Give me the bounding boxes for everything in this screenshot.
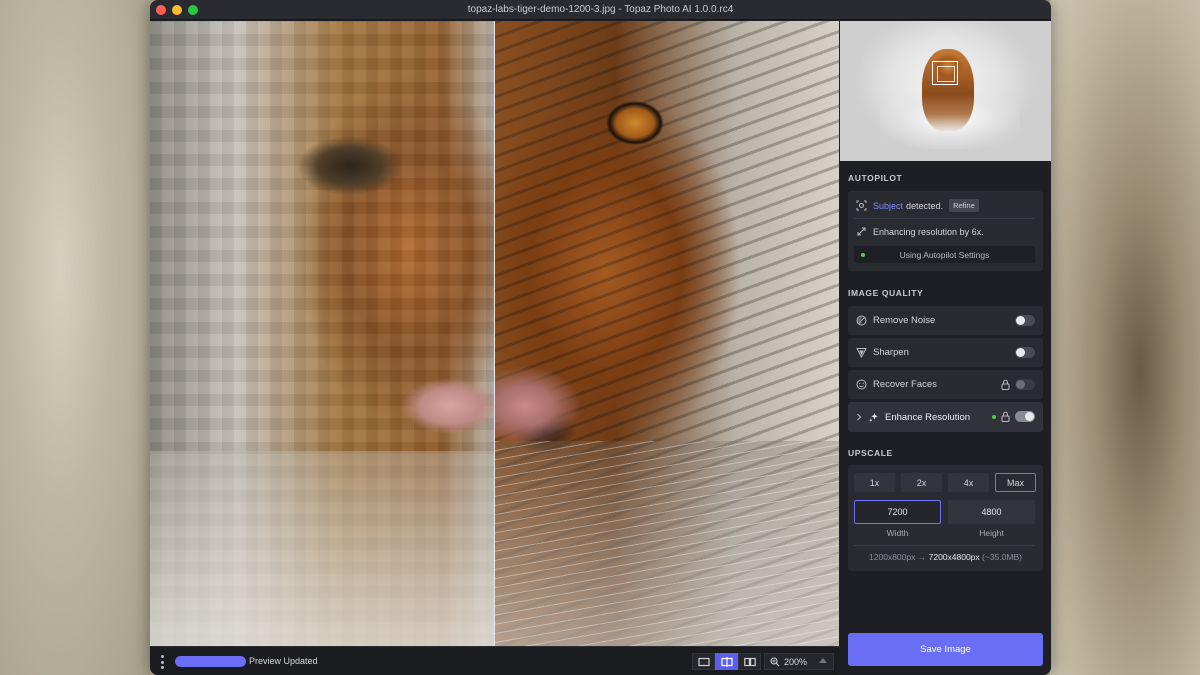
autopilot-divider bbox=[854, 218, 1034, 219]
single-view-button[interactable] bbox=[692, 653, 715, 670]
upscale-card: 1x 2x 4x Max 7200 4800 Width Height 1200… bbox=[848, 465, 1043, 571]
autopilot-settings-label: Using Autopilot Settings bbox=[899, 249, 990, 260]
sharpen-toggle[interactable] bbox=[1015, 347, 1035, 358]
view-mode-buttons bbox=[692, 653, 761, 670]
upscale-heading: UPSCALE bbox=[848, 448, 893, 458]
original-image-half bbox=[150, 21, 494, 646]
upscale-2x-button[interactable]: 2x bbox=[901, 473, 942, 492]
zoom-icon bbox=[770, 656, 780, 666]
save-image-button[interactable]: Save Image bbox=[848, 633, 1043, 666]
recover-faces-label: Recover Faces bbox=[873, 379, 937, 390]
preview-status-text: Preview Updated bbox=[249, 656, 318, 666]
subject-detect-icon bbox=[856, 200, 867, 211]
enhancing-text: Enhancing resolution by 6x. bbox=[873, 226, 984, 237]
enhanced-image-half bbox=[495, 21, 839, 646]
remove-noise-label: Remove Noise bbox=[873, 315, 936, 326]
recover-faces-toggle[interactable] bbox=[1015, 379, 1035, 390]
width-label: Width bbox=[886, 528, 909, 538]
remove-noise-icon bbox=[856, 315, 867, 326]
upscale-1x-button[interactable]: 1x bbox=[854, 473, 895, 492]
sparkle-icon bbox=[868, 412, 879, 423]
face-icon bbox=[856, 379, 867, 390]
chevron-up-icon[interactable] bbox=[819, 658, 827, 663]
sharpen-row[interactable]: Sharpen bbox=[848, 338, 1043, 367]
side-by-side-view-icon bbox=[743, 657, 756, 666]
enhance-active-dot bbox=[992, 415, 996, 419]
enhance-resolution-label: Enhance Resolution bbox=[885, 411, 971, 423]
image-preview[interactable] bbox=[150, 21, 839, 646]
width-input[interactable]: 7200 bbox=[854, 500, 941, 524]
lock-icon bbox=[1001, 411, 1010, 422]
source-size: 1200x800px bbox=[869, 552, 916, 562]
subject-detected-line: Subject detected. Refine bbox=[856, 199, 979, 212]
split-view-icon bbox=[720, 656, 733, 667]
subject-link[interactable]: Subject bbox=[873, 201, 903, 211]
minimize-window-button[interactable] bbox=[172, 5, 182, 15]
detected-text: detected. bbox=[906, 200, 944, 211]
autopilot-heading: AUTOPILOT bbox=[848, 173, 903, 183]
split-view-button[interactable] bbox=[715, 653, 738, 670]
enhance-resolution-row[interactable]: Enhance Resolution bbox=[848, 402, 1043, 432]
height-input[interactable]: 4800 bbox=[948, 500, 1035, 524]
zoom-level: 200% bbox=[784, 656, 808, 667]
detected-subject-box bbox=[932, 61, 958, 85]
desktop-background-left bbox=[0, 0, 150, 675]
zoom-window-button[interactable] bbox=[188, 5, 198, 15]
active-status-dot bbox=[861, 253, 865, 257]
recover-faces-row[interactable]: Recover Faces bbox=[848, 370, 1043, 399]
output-size: 7200x4800px bbox=[928, 552, 980, 562]
upscale-max-button[interactable]: Max bbox=[995, 473, 1036, 492]
output-file-size: (~35.0MB) bbox=[982, 552, 1022, 562]
arrow-right-icon: → bbox=[917, 552, 927, 562]
side-by-side-view-button[interactable] bbox=[738, 653, 761, 670]
upscale-divider bbox=[854, 545, 1035, 546]
navigator-thumbnail[interactable] bbox=[840, 21, 1051, 161]
expand-arrows-icon bbox=[856, 226, 867, 237]
autopilot-card: Subject detected. Refine Enhancing resol… bbox=[848, 191, 1043, 271]
zoom-control[interactable]: 200% bbox=[764, 653, 834, 670]
enhance-resolution-toggle[interactable] bbox=[1015, 411, 1035, 422]
upscale-4x-button[interactable]: 4x bbox=[948, 473, 989, 492]
bottom-toolbar: Preview Updated 200% bbox=[150, 646, 839, 675]
window-title: topaz-labs-tiger-demo-1200-3.jpg - Topaz… bbox=[467, 4, 734, 15]
sharpen-icon bbox=[856, 347, 867, 358]
upscale-summary: 1200x800px → 7200x4800px (~35.0MB) bbox=[848, 552, 1043, 562]
sharpen-label: Sharpen bbox=[873, 347, 909, 358]
chevron-right-icon[interactable] bbox=[856, 413, 862, 421]
comparison-split-handle[interactable] bbox=[494, 21, 495, 646]
preview-progress-fill bbox=[175, 656, 246, 667]
autopilot-settings-button[interactable]: Using Autopilot Settings bbox=[854, 246, 1035, 263]
right-panel: AUTOPILOT Subject detected. Refine Enhan… bbox=[840, 21, 1051, 675]
title-bar: topaz-labs-tiger-demo-1200-3.jpg - Topaz… bbox=[150, 0, 1051, 20]
more-options-icon[interactable] bbox=[160, 655, 164, 669]
remove-noise-row[interactable]: Remove Noise bbox=[848, 306, 1043, 335]
enhancing-line: Enhancing resolution by 6x. bbox=[856, 226, 984, 237]
window-controls bbox=[156, 5, 198, 15]
single-view-icon bbox=[697, 657, 710, 666]
image-quality-heading: IMAGE QUALITY bbox=[848, 288, 924, 298]
preview-progress-bar bbox=[175, 656, 246, 667]
remove-noise-toggle[interactable] bbox=[1015, 315, 1035, 326]
height-label: Height bbox=[979, 528, 1004, 538]
lock-icon bbox=[1001, 379, 1010, 390]
close-window-button[interactable] bbox=[156, 5, 166, 15]
desktop-background-right bbox=[1050, 0, 1200, 675]
app-window: topaz-labs-tiger-demo-1200-3.jpg - Topaz… bbox=[150, 0, 1051, 675]
refine-button[interactable]: Refine bbox=[949, 199, 979, 212]
